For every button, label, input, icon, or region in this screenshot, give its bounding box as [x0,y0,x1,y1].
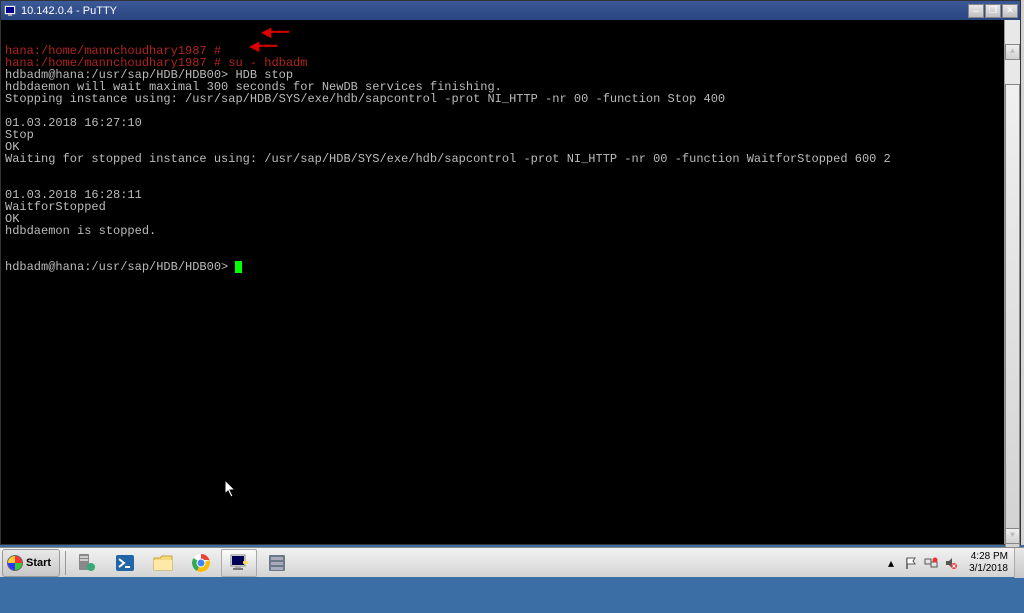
maximize-button[interactable]: ❐ [985,4,1001,18]
terminal-line: Stop [5,129,1016,141]
terminal-line: Stopping instance using: /usr/sap/HDB/SY… [5,93,1016,105]
start-orb-icon [7,555,23,571]
annotation-arrow-1: ◄╌╌ [261,28,287,40]
minimize-button[interactable]: ─ [968,4,984,18]
window-title: 10.142.0.4 - PuTTY [21,5,968,17]
terminal-line: WaitforStopped [5,201,1016,213]
clock-time: 4:28 PM [969,551,1008,563]
terminal-line: hdbdaemon is stopped. [5,225,1016,237]
tray-flag-icon[interactable] [903,555,919,571]
close-button[interactable]: ✕ [1002,4,1018,18]
taskbar-chrome-icon[interactable] [183,549,219,577]
system-tray: ▴ [879,555,963,571]
terminal-line: 01.03.2018 16:28:11 [5,189,1016,201]
tray-network-icon[interactable] [923,555,939,571]
show-desktop-button[interactable] [1014,548,1024,578]
terminal-line [5,177,1016,189]
terminal-line: 01.03.2018 16:27:10 [5,117,1016,129]
tray-sound-icon[interactable] [943,555,959,571]
taskbar-clock[interactable]: 4:28 PM 3/1/2018 [963,551,1014,575]
cursor [235,261,242,273]
taskbar-app-icon[interactable] [259,549,295,577]
taskbar-divider [65,551,66,575]
tray-show-hidden-icon[interactable]: ▴ [883,555,899,571]
putty-icon [3,4,17,18]
clock-date: 3/1/2018 [969,563,1008,575]
taskbar-powershell-icon[interactable] [107,549,143,577]
scroll-down-button[interactable]: ▼ [1005,528,1020,544]
taskbar: Start ▴ 4:28 PM 3/1/2018 [0,547,1024,577]
terminal-line: OK [5,213,1016,225]
start-button[interactable]: Start [2,549,60,577]
taskbar-explorer-icon[interactable] [145,549,181,577]
terminal-line [5,105,1016,117]
scrollbar[interactable]: ▲ ▼ [1004,20,1020,544]
scroll-thumb[interactable] [1005,84,1020,576]
taskbar-putty-icon[interactable] [221,549,257,577]
terminal-line: Waiting for stopped instance using: /usr… [5,153,1016,165]
terminal-area[interactable]: hana:/home/mannchoudhary1987 #hana:/home… [1,20,1020,544]
scroll-up-button[interactable]: ▲ [1005,44,1020,60]
window-controls: ─ ❐ ✕ [968,4,1018,18]
taskbar-server-manager-icon[interactable] [69,549,105,577]
start-label: Start [26,557,51,569]
prompt: hdbadm@hana:/usr/sap/HDB/HDB00> [5,260,235,274]
putty-window: 10.142.0.4 - PuTTY ─ ❐ ✕ hana:/home/mann… [0,0,1021,545]
titlebar[interactable]: 10.142.0.4 - PuTTY ─ ❐ ✕ [1,1,1020,20]
terminal-line [5,165,1016,177]
